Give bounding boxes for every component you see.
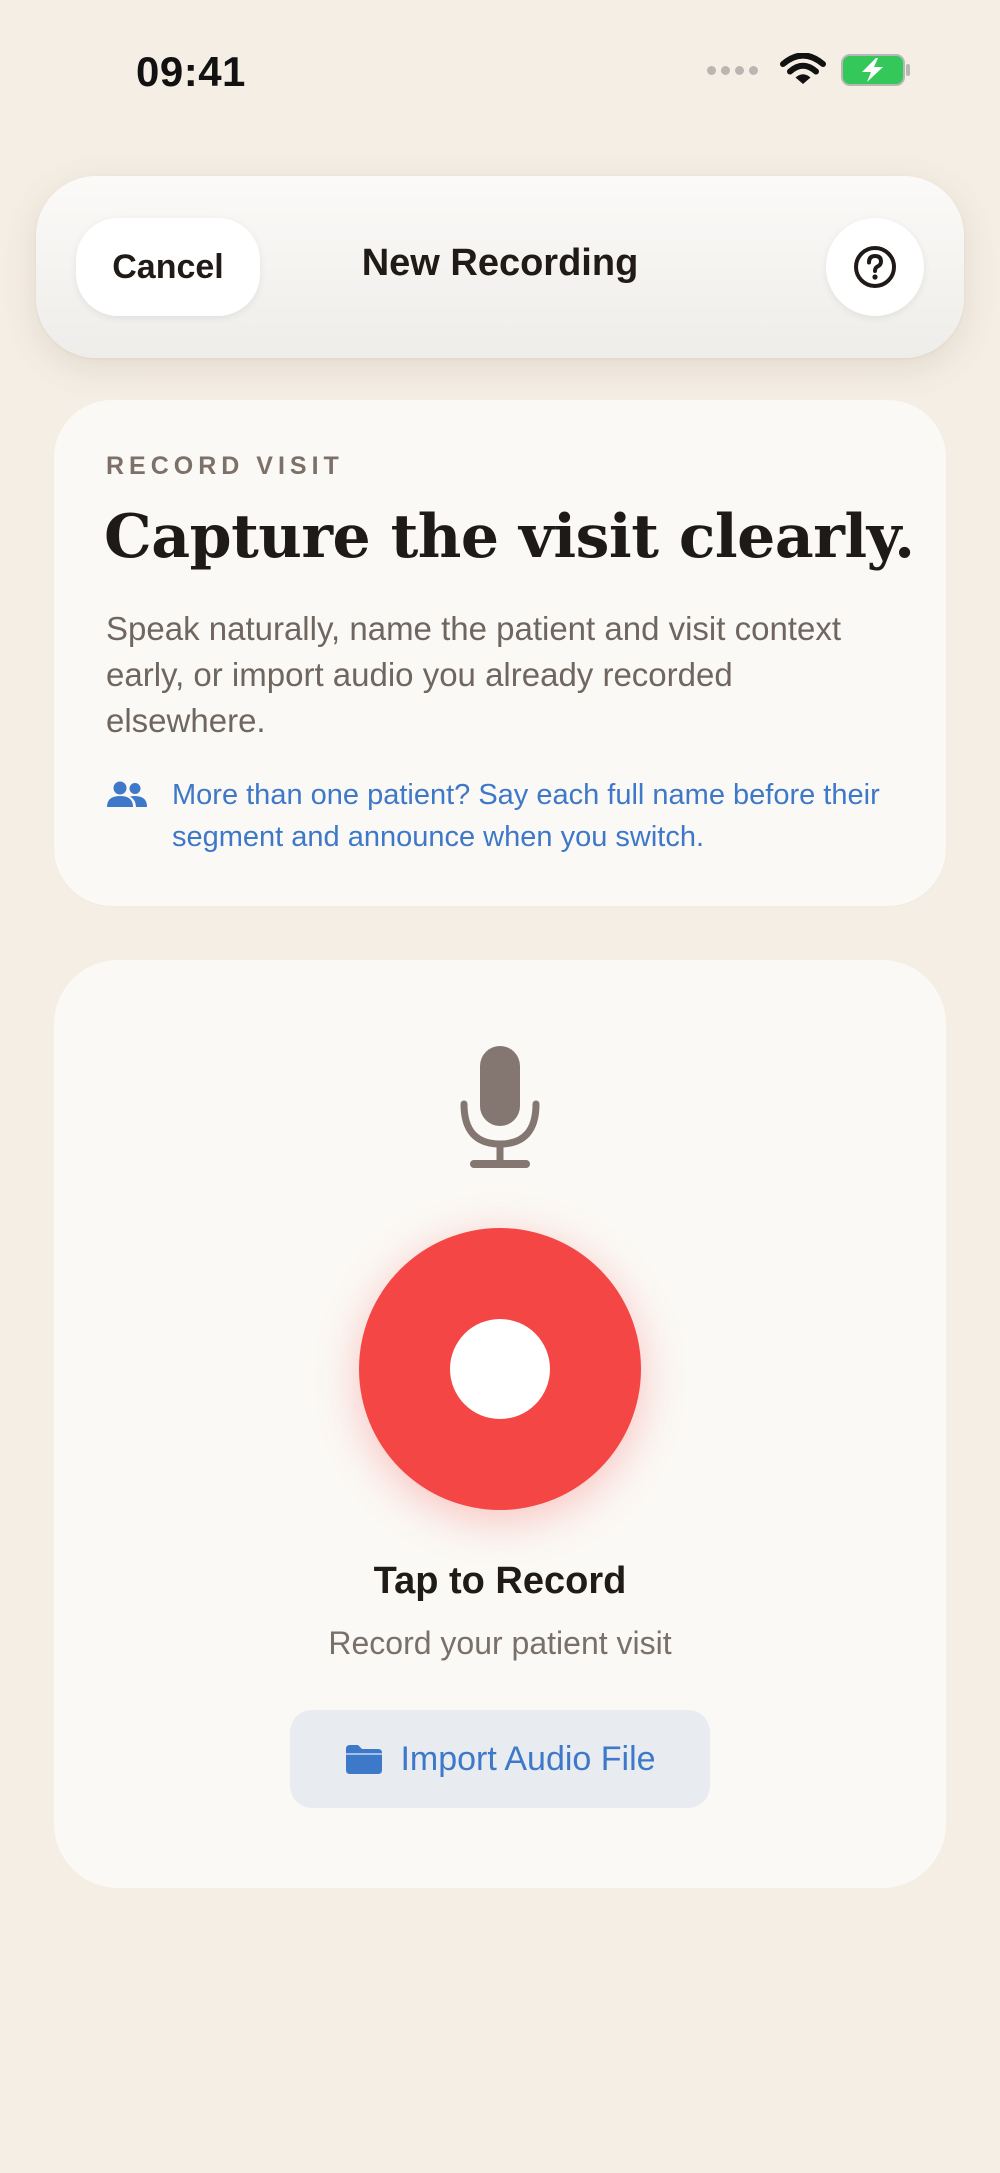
- navigation-bar: Cancel New Recording: [36, 176, 964, 358]
- import-audio-label: Import Audio File: [400, 1739, 656, 1778]
- help-button[interactable]: [826, 218, 924, 316]
- import-audio-button[interactable]: Import Audio File: [290, 1710, 710, 1808]
- status-time: 09:41: [136, 48, 246, 95]
- record-icon: [450, 1319, 550, 1419]
- cellular-signal-icon: [707, 65, 758, 75]
- microphone-icon: [460, 1046, 540, 1168]
- people-icon: [107, 781, 147, 807]
- record-subtitle: Record your patient visit: [328, 1625, 672, 1661]
- intro-description: Speak naturally, name the patient and vi…: [106, 610, 841, 739]
- status-icons: [707, 52, 912, 88]
- multi-patient-tip: More than one patient? Say each full nam…: [106, 774, 892, 858]
- status-bar: 09:41: [0, 0, 1000, 150]
- cancel-button[interactable]: Cancel: [76, 218, 260, 316]
- intro-card: RECORD VISIT Capture the visit clearly. …: [54, 400, 946, 906]
- section-eyebrow: RECORD VISIT: [106, 452, 344, 480]
- wifi-icon: [780, 53, 826, 84]
- page-title: New Recording: [361, 242, 639, 284]
- folder-icon: [346, 1745, 383, 1774]
- record-button[interactable]: [359, 1228, 641, 1510]
- battery-charging-icon: [841, 54, 910, 86]
- headline: Capture the visit clearly.: [104, 502, 915, 572]
- record-card: Tap to Record Record your patient visit …: [54, 960, 946, 1888]
- record-title: Tap to Record: [373, 1560, 627, 1602]
- question-circle-icon: [854, 246, 896, 288]
- tip-text: More than one patient? Say each full nam…: [172, 779, 880, 853]
